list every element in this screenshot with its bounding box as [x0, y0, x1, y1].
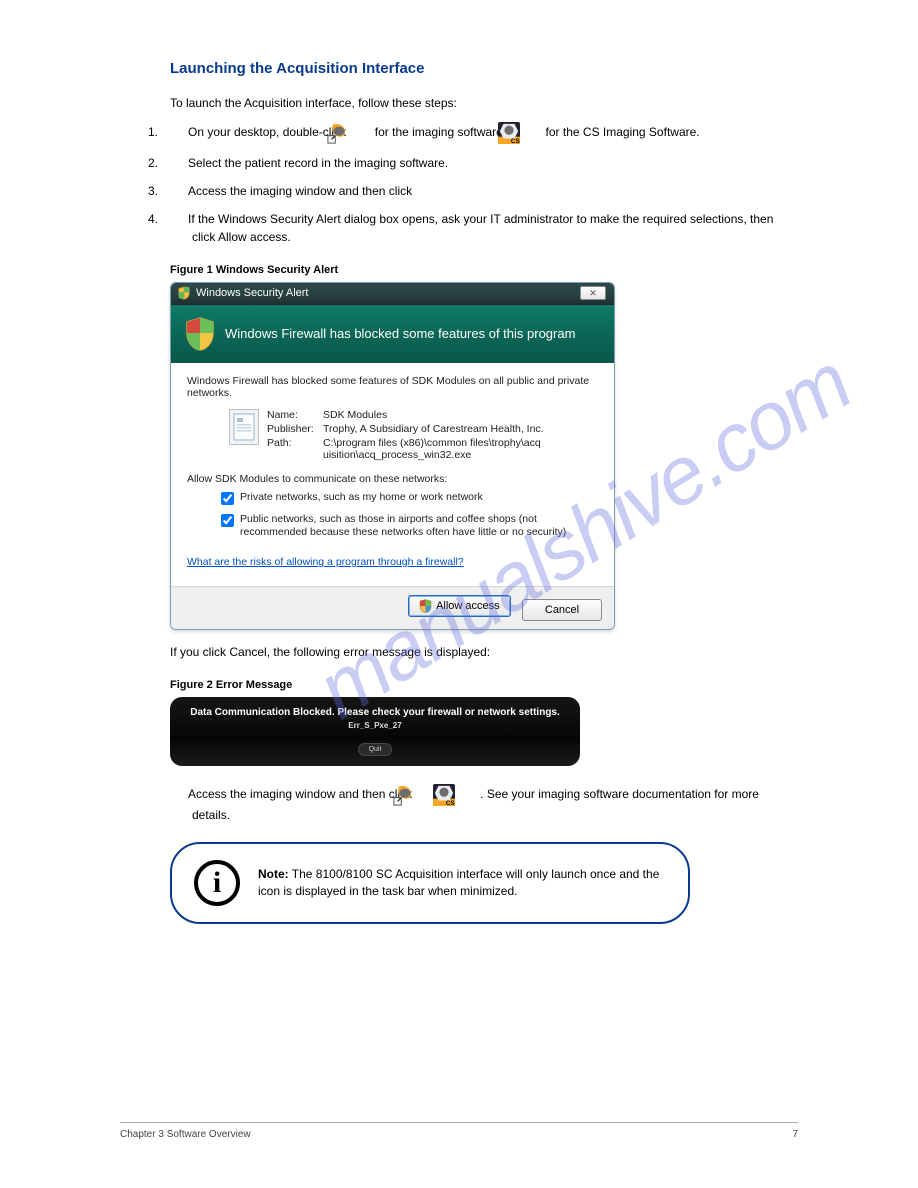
error-message-figure: Data Communication Blocked. Please check… [170, 697, 580, 766]
figure-2-caption: Figure 2 Error Message [170, 679, 798, 691]
svg-text:CS: CS [511, 138, 520, 144]
shield-icon [177, 286, 191, 300]
private-network-checkbox[interactable] [221, 492, 234, 505]
step-text: Access the imaging window and then click [188, 184, 412, 198]
step-text: Access the imaging window and then click [188, 787, 412, 801]
figure-1-caption: Figure 1 Windows Security Alert [170, 264, 798, 276]
step-text: On your desktop, double-click [188, 125, 346, 139]
cs-imaging-icon: CS [520, 122, 542, 144]
allow-access-button[interactable]: Allow access [408, 595, 511, 617]
cancel-note: If you click Cancel, the following error… [170, 644, 798, 661]
path-value: C:\program files (x86)\common files\trop… [323, 437, 543, 461]
note-label: Note: [258, 867, 289, 881]
quit-button[interactable]: Quit [358, 743, 393, 756]
allow-label: Allow SDK Modules to communicate on thes… [187, 473, 598, 485]
imaging-software-icon [349, 122, 371, 144]
dialog-body: Windows Firewall has blocked some featur… [171, 363, 614, 586]
dialog-banner: Windows Firewall has blocked some featur… [171, 305, 614, 363]
step-text: Select the patient record in the imaging… [188, 156, 448, 170]
step-text: for the imaging software or [375, 125, 517, 139]
note-body: The 8100/8100 SC Acquisition interface w… [258, 867, 659, 898]
step-number: 1. [170, 123, 188, 141]
shield-icon [185, 317, 215, 351]
page-content: Launching the Acquisition Interface To l… [0, 0, 918, 924]
banner-text: Windows Firewall has blocked some featur… [225, 326, 575, 341]
step-3: 3.Access the imaging window and then cli… [170, 182, 798, 200]
risks-link[interactable]: What are the risks of allowing a program… [187, 556, 464, 568]
step-number: 3. [170, 182, 188, 200]
shield-icon [419, 599, 432, 613]
footer-left: Chapter 3 Software Overview [120, 1129, 251, 1140]
private-network-label: Private networks, such as my home or wor… [240, 491, 483, 505]
private-network-checkbox-row: Private networks, such as my home or wor… [221, 491, 598, 505]
step-number: 2. [170, 154, 188, 172]
step-text: If the Windows Security Alert dialog box… [188, 212, 773, 244]
error-text: Data Communication Blocked. Please check… [182, 707, 568, 718]
page-title: Launching the Acquisition Interface [170, 60, 798, 77]
app-info: Name:SDK Modules Publisher:Trophy, A Sub… [267, 409, 544, 463]
cancel-button[interactable]: Cancel [522, 599, 602, 621]
app-icon [229, 409, 259, 445]
security-alert-dialog: Windows Security Alert ✕ Windows Firewal… [170, 282, 615, 630]
name-value: SDK Modules [323, 409, 387, 421]
dialog-titlebar: Windows Security Alert ✕ [171, 283, 614, 305]
name-label: Name: [267, 409, 323, 421]
publisher-value: Trophy, A Subsidiary of Carestream Healt… [323, 423, 544, 435]
step-4: 4.If the Windows Security Alert dialog b… [170, 210, 798, 246]
svg-text:CS: CS [446, 800, 455, 806]
step-2: 2.Select the patient record in the imagi… [170, 154, 798, 172]
error-code: Err_S_Pxe_27 [182, 721, 568, 730]
step-1: 1.On your desktop, double-click for the … [170, 122, 798, 144]
app-info-row: Name:SDK Modules Publisher:Trophy, A Sub… [187, 409, 598, 463]
public-network-label: Public networks, such as those in airpor… [240, 513, 598, 540]
close-button[interactable]: ✕ [580, 286, 606, 300]
page-footer: Chapter 3 Software Overview 7 [120, 1122, 798, 1140]
intro-text: To launch the Acquisition interface, fol… [170, 95, 798, 112]
public-network-checkbox-row: Public networks, such as those in airpor… [221, 513, 598, 540]
note-box: i Note: The 8100/8100 SC Acquisition int… [170, 842, 690, 924]
step-text: for the CS Imaging Software. [546, 125, 700, 139]
note-text: Note: The 8100/8100 SC Acquisition inter… [258, 866, 666, 900]
cs-imaging-icon: CS [455, 784, 477, 806]
info-icon: i [194, 860, 240, 906]
allow-access-label: Allow access [436, 600, 500, 612]
dialog-description: Windows Firewall has blocked some featur… [187, 375, 598, 399]
step-3-continued: Access the imaging window and then click… [170, 784, 798, 824]
publisher-label: Publisher: [267, 423, 323, 435]
footer-pagenum: 7 [792, 1129, 798, 1140]
path-label: Path: [267, 437, 323, 461]
dialog-title: Windows Security Alert [196, 287, 308, 299]
public-network-checkbox[interactable] [221, 514, 234, 527]
step-number: 4. [170, 210, 188, 228]
dialog-button-bar: Allow access Cancel [171, 586, 614, 629]
